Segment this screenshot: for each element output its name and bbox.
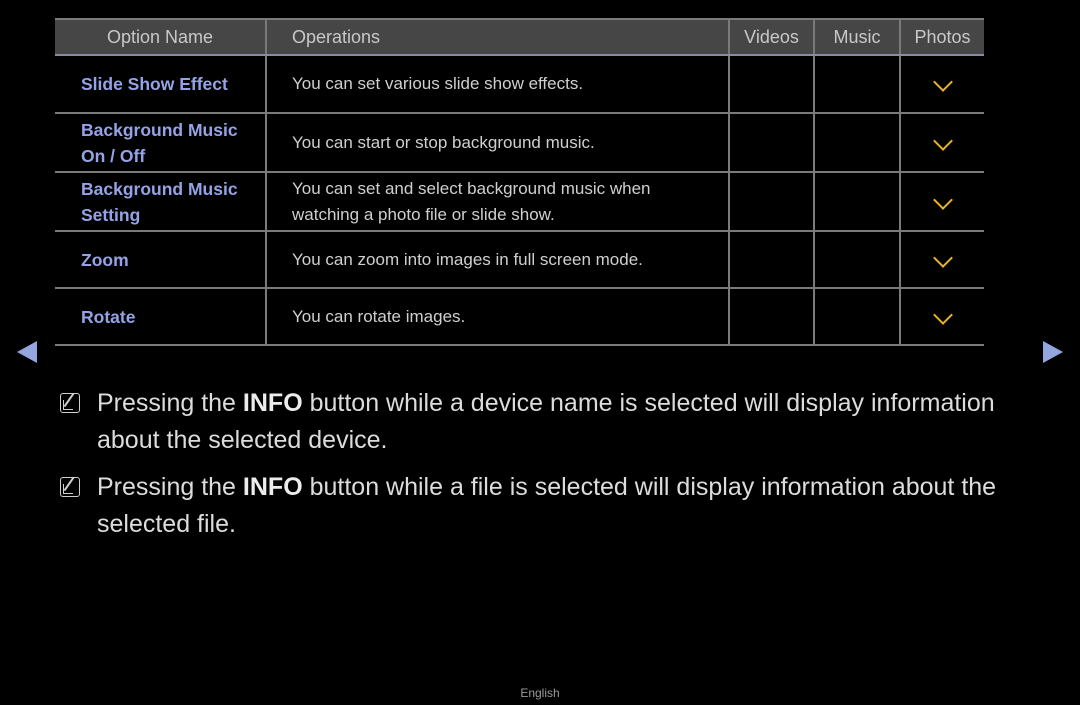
photos-cell [899,231,984,289]
check-icon [932,247,953,268]
header-option-name: Option Name [55,18,266,56]
option-name: Rotate [55,288,266,346]
videos-cell [728,55,814,114]
check-icon [932,72,953,92]
notes: Pressing the INFO button while a device … [60,385,1020,553]
table-header-row: Option Name Operations Videos Music Phot… [55,18,984,56]
option-name-line: Background Music [81,119,238,140]
option-name-line: Background Music [81,178,238,199]
photos-cell [899,55,984,114]
note-text: Pressing the [97,473,243,501]
operation-line: You can set and select background music … [292,178,651,198]
table-row: Slide Show Effect You can set various sl… [55,55,984,114]
music-cell [813,55,900,114]
option-name-line: On / Off [81,145,146,166]
header-music: Music [813,18,900,56]
note: Pressing the INFO button while a file is… [60,469,1020,543]
check-icon [932,304,953,325]
music-cell [813,172,900,232]
table-row: Background Music Setting You can set and … [55,172,984,232]
option-operation: You can start or stop background music. [265,113,729,173]
photos-cell [899,172,984,232]
check-icon [932,130,953,151]
option-operation: You can zoom into images in full screen … [265,231,729,289]
option-operation: You can set various slide show effects. [265,55,729,114]
music-cell [813,288,900,346]
videos-cell [728,231,814,289]
info-button-label: INFO [242,389,303,417]
note-icon [60,477,80,497]
triangle-left-icon[interactable] [17,341,37,363]
check-icon [932,189,953,210]
table-row: Zoom You can zoom into images in full sc… [55,231,984,289]
option-name: Zoom [55,231,266,289]
options-table: Option Name Operations Videos Music Phot… [55,18,984,346]
note-icon [60,393,80,413]
videos-cell [728,288,814,346]
header-photos: Photos [899,18,984,56]
photos-cell [899,113,984,173]
note: Pressing the INFO button while a device … [60,385,1020,459]
footer-language: English [520,686,560,700]
operation-line: watching a photo file or slide show. [292,204,555,224]
videos-cell [728,172,814,232]
triangle-right-icon[interactable] [1043,341,1063,363]
info-button-label: INFO [242,473,303,501]
music-cell [813,231,900,289]
header-operations: Operations [265,18,729,56]
option-operation: You can set and select background music … [265,172,729,232]
option-operation: You can rotate images. [265,288,729,346]
option-name-line: Setting [81,204,141,225]
note-text: Pressing the [97,389,243,417]
option-name: Background Music Setting [55,172,266,232]
videos-cell [728,113,814,173]
table-row: Background Music On / Off You can start o… [55,113,984,173]
option-name: Background Music On / Off [55,113,266,173]
table-row: Rotate You can rotate images. [55,288,984,346]
header-videos: Videos [728,18,814,56]
music-cell [813,113,900,173]
option-name: Slide Show Effect [55,55,266,114]
photos-cell [899,288,984,346]
